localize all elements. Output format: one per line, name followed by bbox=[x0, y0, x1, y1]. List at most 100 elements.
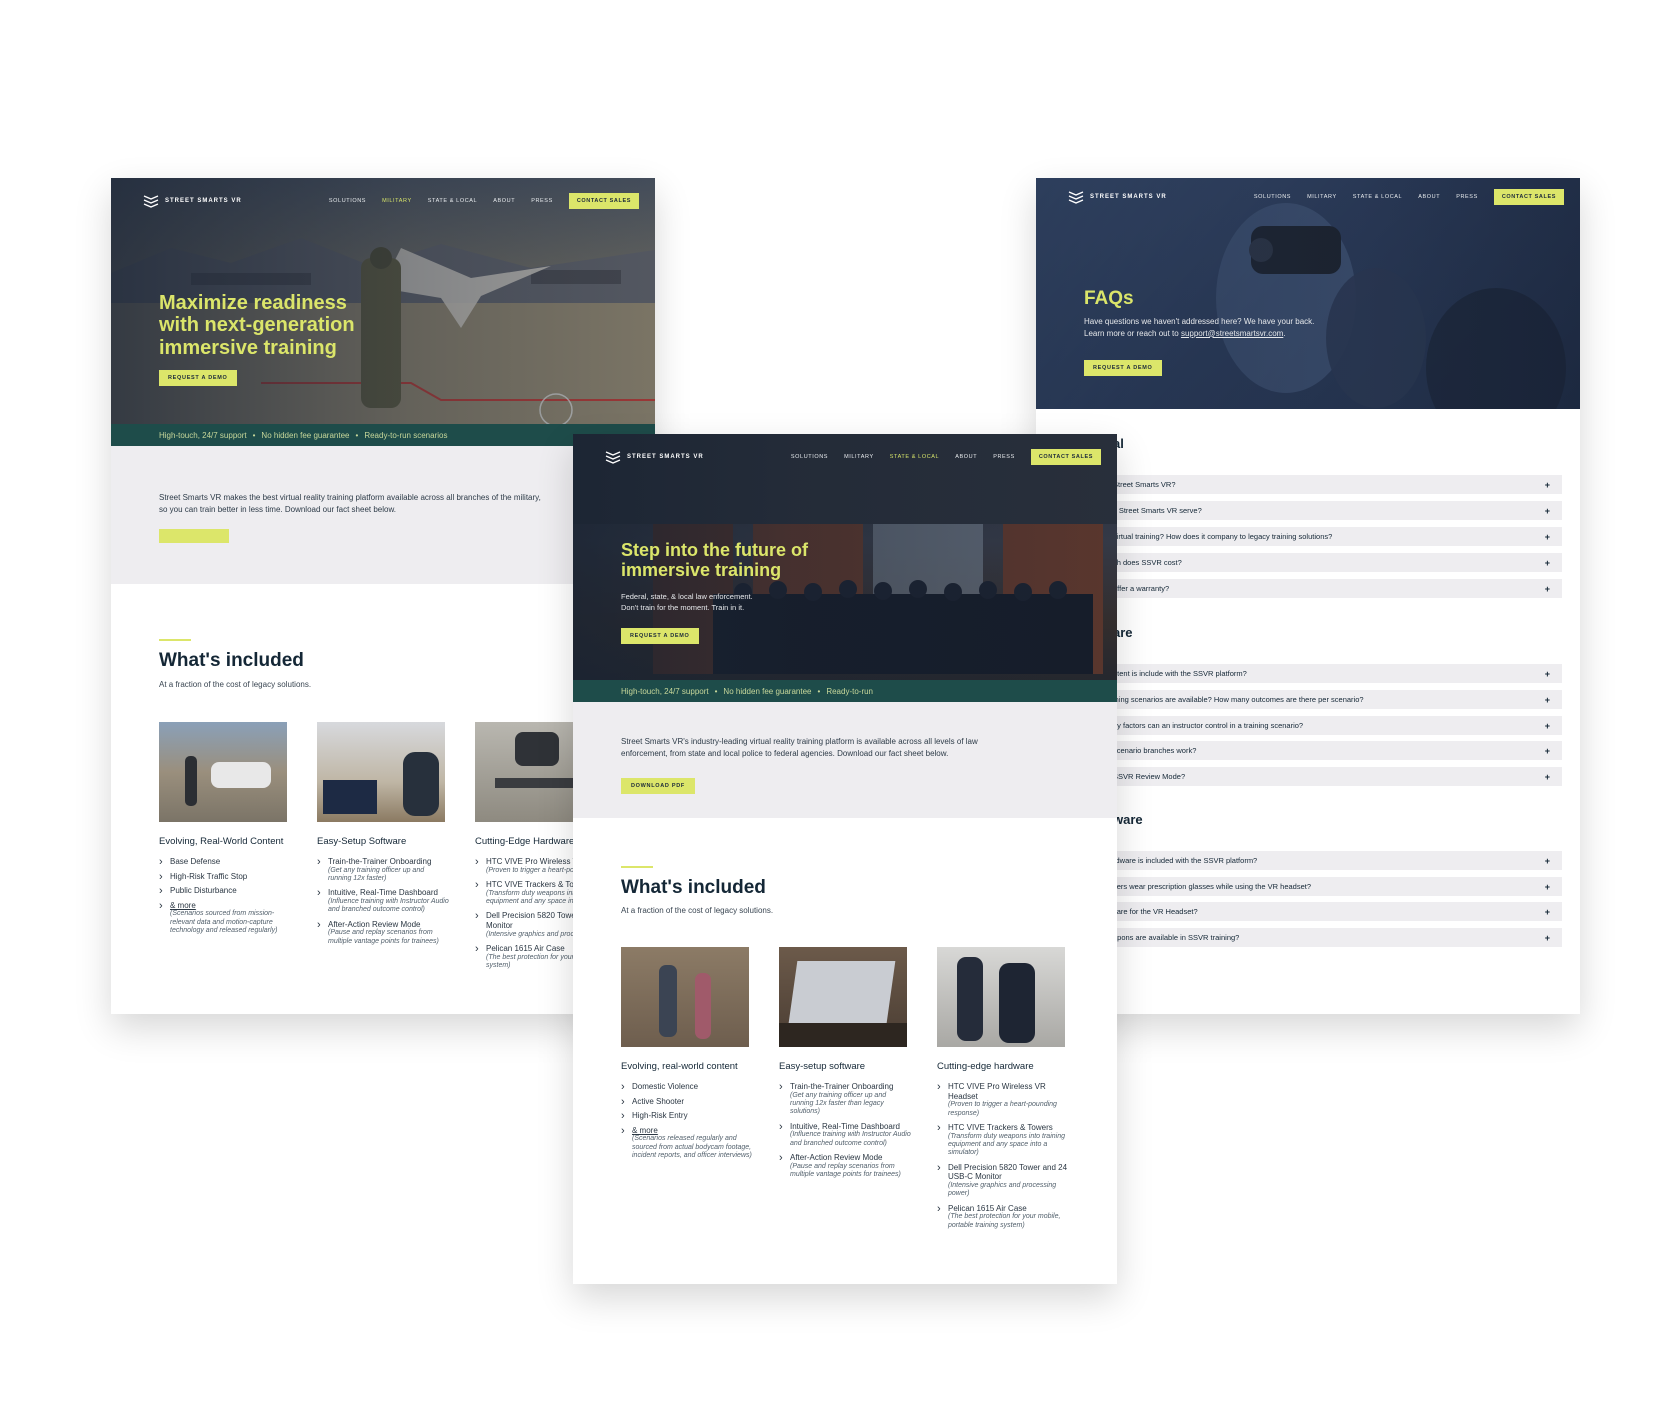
nav-press[interactable]: PRESS bbox=[531, 198, 553, 204]
nav-press[interactable]: PRESS bbox=[1456, 194, 1478, 200]
request-demo-button[interactable]: REQUEST A DEMO bbox=[621, 628, 699, 644]
state-local-benefits-bar: High-touch, 24/7 support • No hidden fee … bbox=[573, 680, 1117, 702]
military-included-subtitle: At a fraction of the cost of legacy solu… bbox=[159, 680, 312, 689]
col-title: Cutting-edge hardware bbox=[937, 1061, 1034, 1072]
nav-solutions[interactable]: SOLUTIONS bbox=[1254, 194, 1291, 200]
faq-question-row[interactable]: rdware is included with the SSVR platfor… bbox=[1113, 851, 1562, 870]
faq-hero-title: FAQs bbox=[1084, 288, 1134, 309]
accent-divider bbox=[159, 639, 191, 641]
list-item: Active Shooter bbox=[621, 1096, 753, 1109]
list-item: HTC VIVE Trackers & Towers(Transform dut… bbox=[937, 1122, 1069, 1158]
nav-about[interactable]: ABOUT bbox=[1418, 194, 1440, 200]
expand-plus-icon[interactable]: + bbox=[1545, 721, 1550, 731]
list-item: Train-the-Trainer Onboarding(Get any tra… bbox=[779, 1081, 911, 1117]
faq-question-row[interactable]: cers wear prescription glasses while usi… bbox=[1113, 877, 1562, 896]
expand-plus-icon[interactable]: + bbox=[1545, 558, 1550, 568]
faq-question-row[interactable]: s Street Smarts VR serve? + bbox=[1113, 501, 1562, 520]
logo-text: STREET SMARTS VR bbox=[165, 198, 242, 204]
military-download-button[interactable] bbox=[159, 529, 229, 543]
expand-plus-icon[interactable]: + bbox=[1545, 856, 1550, 866]
expand-plus-icon[interactable]: + bbox=[1545, 532, 1550, 542]
col-list: Train-the-Trainer Onboarding(Get any tra… bbox=[779, 1081, 911, 1180]
state-col-hardware: Cutting-edge hardware HTC VIVE Pro Wirel… bbox=[937, 947, 1069, 1235]
faq-question-row[interactable]: ining scenarios are available? How many … bbox=[1113, 690, 1562, 709]
faq-question-row[interactable]: ntent is include with the SSVR platform?… bbox=[1113, 664, 1562, 683]
nav-solutions[interactable]: SOLUTIONS bbox=[791, 454, 828, 460]
street-smarts-logo[interactable]: STREET SMARTS VR bbox=[1068, 190, 1167, 204]
nav-solutions[interactable]: SOLUTIONS bbox=[329, 198, 366, 204]
col-list: Train-the-Trainer Onboarding(Get any tra… bbox=[317, 856, 449, 946]
dashboard-user-image bbox=[317, 722, 445, 822]
traffic-stop-image bbox=[159, 722, 287, 822]
nav-state-local[interactable]: STATE & LOCAL bbox=[1353, 194, 1402, 200]
list-item: Pelican 1615 Air Case(The best protectio… bbox=[937, 1203, 1069, 1230]
expand-plus-icon[interactable]: + bbox=[1545, 480, 1550, 490]
contact-sales-button[interactable]: CONTACT SALES bbox=[1030, 449, 1101, 465]
state-local-included-title: What's included bbox=[621, 877, 766, 898]
download-pdf-button[interactable]: DOWNLOAD PDF bbox=[621, 778, 695, 794]
state-local-hero-title: Step into the future of immersive traini… bbox=[621, 540, 808, 581]
more-link[interactable]: & more bbox=[632, 1126, 658, 1135]
contact-sales-button[interactable]: CONTACT SALES bbox=[1493, 189, 1564, 205]
expand-plus-icon[interactable]: + bbox=[1545, 695, 1550, 705]
nav-state-local[interactable]: STATE & LOCAL bbox=[428, 198, 477, 204]
state-col-software: Easy-setup software Train-the-Trainer On… bbox=[779, 947, 911, 1185]
expand-plus-icon[interactable]: + bbox=[1545, 669, 1550, 679]
street-smarts-logo[interactable]: STREET SMARTS VR bbox=[143, 194, 242, 208]
faq-question-row[interactable]: ch does SSVR cost? + bbox=[1113, 553, 1562, 572]
faq-page-screenshot: STREET SMARTS VR SOLUTIONS MILITARY STAT… bbox=[1036, 178, 1580, 1014]
col-list: Base Defense High-Risk Traffic Stop Publ… bbox=[159, 856, 291, 936]
expand-plus-icon[interactable]: + bbox=[1545, 772, 1550, 782]
faq-question-row[interactable]: ny factors can an instructor control in … bbox=[1113, 716, 1562, 735]
col-list: Domestic Violence Active Shooter High-Ri… bbox=[621, 1081, 753, 1161]
faq-nav: STREET SMARTS VR SOLUTIONS MILITARY STAT… bbox=[1036, 178, 1580, 216]
list-item: & more(Scenarios sourced from mission-re… bbox=[159, 900, 291, 936]
support-email-link[interactable]: support@streetsmartsvr.com bbox=[1181, 329, 1283, 338]
expand-plus-icon[interactable]: + bbox=[1545, 506, 1550, 516]
contact-sales-button[interactable]: CONTACT SALES bbox=[568, 193, 639, 209]
expand-plus-icon[interactable]: + bbox=[1545, 933, 1550, 943]
state-local-included-subtitle: At a fraction of the cost of legacy solu… bbox=[621, 906, 774, 915]
more-link[interactable]: & more bbox=[170, 901, 196, 910]
col-list: HTC VIVE Pro Wireless VR Headset(Proven … bbox=[937, 1081, 1069, 1230]
state-col-content: Evolving, real-world content Domestic Vi… bbox=[621, 947, 753, 1166]
list-item: After-Action Review Mode(Pause and repla… bbox=[779, 1152, 911, 1179]
faq-hero-subtitle: Have questions we haven't addressed here… bbox=[1084, 317, 1315, 338]
military-col-software: Easy-Setup Software Train-the-Trainer On… bbox=[317, 722, 449, 951]
benefit-support: High-touch, 24/7 support bbox=[621, 686, 709, 696]
expand-plus-icon[interactable]: + bbox=[1545, 882, 1550, 892]
request-demo-button[interactable]: REQUEST A DEMO bbox=[159, 370, 237, 386]
street-smarts-logo[interactable]: STREET SMARTS VR bbox=[605, 450, 704, 464]
nav-about[interactable]: ABOUT bbox=[955, 454, 977, 460]
expand-plus-icon[interactable]: + bbox=[1545, 907, 1550, 917]
nav-state-local[interactable]: STATE & LOCAL bbox=[890, 454, 939, 460]
faq-question-row[interactable]: Street Smarts VR? + bbox=[1113, 475, 1562, 494]
faq-question-row[interactable]: scenario branches work? + bbox=[1113, 741, 1562, 760]
list-item: HTC VIVE Pro Wireless VR Headset(Proven … bbox=[937, 1081, 1069, 1118]
list-item: & more (Scenarios released regularly and… bbox=[621, 1125, 753, 1161]
military-intro-text: Street Smarts VR makes the best virtual … bbox=[159, 493, 541, 515]
logo-text: STREET SMARTS VR bbox=[627, 454, 704, 460]
military-nav: STREET SMARTS VR SOLUTIONS MILITARY STAT… bbox=[111, 178, 655, 224]
faq-question-row[interactable]: apons are available in SSVR training? + bbox=[1113, 928, 1562, 947]
expand-plus-icon[interactable]: + bbox=[1545, 584, 1550, 594]
expand-plus-icon[interactable]: + bbox=[1545, 746, 1550, 756]
list-item: Intuitive, Real-Time Dashboard(Influence… bbox=[779, 1121, 911, 1148]
laptop-dashboard-image bbox=[779, 947, 907, 1047]
nav-military[interactable]: MILITARY bbox=[844, 454, 874, 460]
nav-about[interactable]: ABOUT bbox=[493, 198, 515, 204]
faq-question-row[interactable]: offer a warranty? + bbox=[1113, 579, 1562, 598]
list-item: After-Action Review Mode(Pause and repla… bbox=[317, 919, 449, 946]
faq-question-row[interactable]: SSVR Review Mode? + bbox=[1113, 767, 1562, 786]
nav-military[interactable]: MILITARY bbox=[1307, 194, 1337, 200]
nav-military[interactable]: MILITARY bbox=[382, 198, 412, 204]
accent-divider bbox=[621, 866, 653, 868]
list-item: Intuitive, Real-Time Dashboard(Influence… bbox=[317, 887, 449, 914]
faq-question-row[interactable]: care for the VR Headset? + bbox=[1113, 902, 1562, 921]
nav-press[interactable]: PRESS bbox=[993, 454, 1015, 460]
faq-group-title: ware bbox=[1113, 812, 1143, 827]
faq-question-row[interactable]: virtual training? How does it company to… bbox=[1113, 527, 1562, 546]
state-local-nav: STREET SMARTS VR SOLUTIONS MILITARY STAT… bbox=[573, 434, 1117, 480]
state-local-intro-text: Street Smarts VR's industry-leading virt… bbox=[621, 737, 978, 759]
request-demo-button[interactable]: REQUEST A DEMO bbox=[1084, 360, 1162, 376]
